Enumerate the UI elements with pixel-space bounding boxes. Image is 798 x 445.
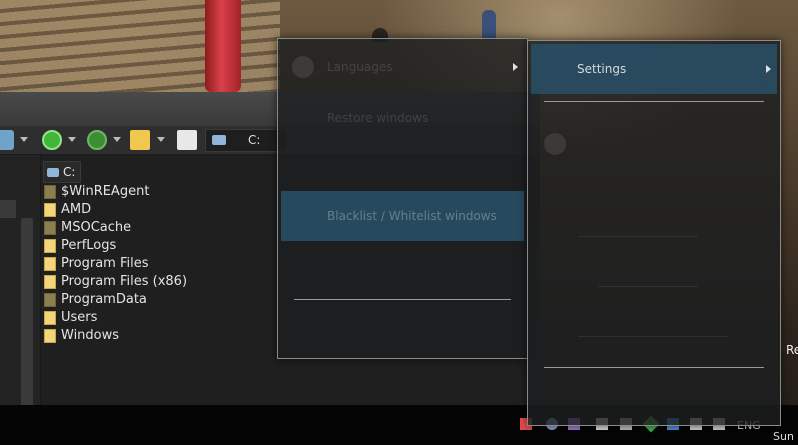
breadcrumb[interactable]: C:	[43, 161, 81, 183]
address-text: C:	[248, 133, 261, 147]
breadcrumb-label: C:	[63, 165, 76, 179]
list-item[interactable]: PerfLogs	[44, 237, 187, 255]
list-item[interactable]: $WinREAgent	[44, 183, 187, 201]
nav-scrollbar[interactable]	[21, 218, 33, 413]
chevron-right-icon	[513, 63, 518, 71]
list-item[interactable]: Program Files (x86)	[44, 273, 187, 291]
menu-separator	[294, 299, 511, 300]
file-name: Program Files (x86)	[61, 274, 188, 289]
list-item[interactable]: AMD	[44, 201, 187, 219]
menu-separator	[544, 101, 764, 102]
menu-separator	[544, 367, 764, 368]
back-arrow-icon[interactable]	[42, 130, 62, 150]
menu-item-restore-windows[interactable]: Restore windows	[281, 93, 524, 143]
menu-item-icon	[544, 133, 566, 155]
list-item[interactable]: Users	[44, 309, 187, 327]
drive-icon	[47, 168, 59, 177]
folder-icon	[44, 293, 56, 307]
clock-day[interactable]: Sun	[773, 430, 794, 443]
file-name: $WinREAgent	[61, 184, 150, 199]
menu-item-blacklist-whitelist[interactable]: Blacklist / Whitelist windows	[281, 191, 524, 241]
wallpaper-blue-figure	[482, 10, 496, 40]
folder-icon	[44, 239, 56, 253]
menu-item-label: Blacklist / Whitelist windows	[327, 209, 497, 223]
edge-text: Re	[786, 343, 798, 357]
file-name: Program Files	[61, 256, 149, 271]
file-name: PerfLogs	[61, 238, 117, 253]
folder-icon	[44, 185, 56, 199]
chevron-down-icon[interactable]	[157, 137, 165, 142]
chevron-down-icon[interactable]	[68, 137, 76, 142]
list-item[interactable]: Windows	[44, 327, 187, 345]
menu-item-blank[interactable]	[281, 143, 524, 193]
menu-item-languages[interactable]: Languages	[281, 42, 524, 92]
folder-icon	[44, 329, 56, 343]
computer-icon[interactable]	[0, 130, 14, 150]
languages-icon	[292, 56, 314, 78]
navigation-pane	[0, 155, 41, 413]
faint-menu-item[interactable]	[578, 336, 728, 337]
menu-item-settings[interactable]: Settings	[531, 44, 777, 94]
drive-icon	[212, 135, 226, 145]
file-name: Users	[61, 310, 98, 325]
list-item[interactable]: Program Files	[44, 255, 187, 273]
forward-arrow-icon[interactable]	[87, 130, 107, 150]
file-name: MSOCache	[61, 220, 132, 235]
submenu: Settings	[527, 40, 781, 426]
menu-item-label: Settings	[577, 62, 627, 76]
chevron-down-icon[interactable]	[20, 137, 28, 142]
folder-icon	[44, 221, 56, 235]
folder-icon	[44, 311, 56, 325]
file-name: ProgramData	[61, 292, 147, 307]
nav-selected-item[interactable]	[0, 200, 16, 218]
folder-up-icon[interactable]	[130, 130, 150, 150]
folder-icon	[44, 257, 56, 271]
check-document-icon[interactable]	[177, 130, 197, 150]
file-name: Windows	[61, 328, 120, 343]
list-item[interactable]: ProgramData	[44, 291, 187, 309]
file-name: AMD	[61, 202, 92, 217]
list-item[interactable]: MSOCache	[44, 219, 187, 237]
chevron-down-icon[interactable]	[113, 137, 121, 142]
context-menu: Languages Restore windows Blacklist / Wh…	[277, 38, 528, 359]
file-list: $WinREAgent AMD MSOCache PerfLogs Progra…	[44, 183, 187, 345]
folder-icon	[44, 275, 56, 289]
menu-item-label: Restore windows	[327, 111, 429, 125]
chevron-right-icon	[766, 65, 771, 73]
address-bar[interactable]: C:	[205, 129, 287, 152]
menu-item-label: Languages	[327, 60, 393, 74]
wallpaper-red-figure	[205, 0, 241, 92]
faint-menu-item[interactable]	[598, 286, 698, 287]
faint-menu-item[interactable]	[578, 236, 698, 237]
folder-icon	[44, 203, 56, 217]
